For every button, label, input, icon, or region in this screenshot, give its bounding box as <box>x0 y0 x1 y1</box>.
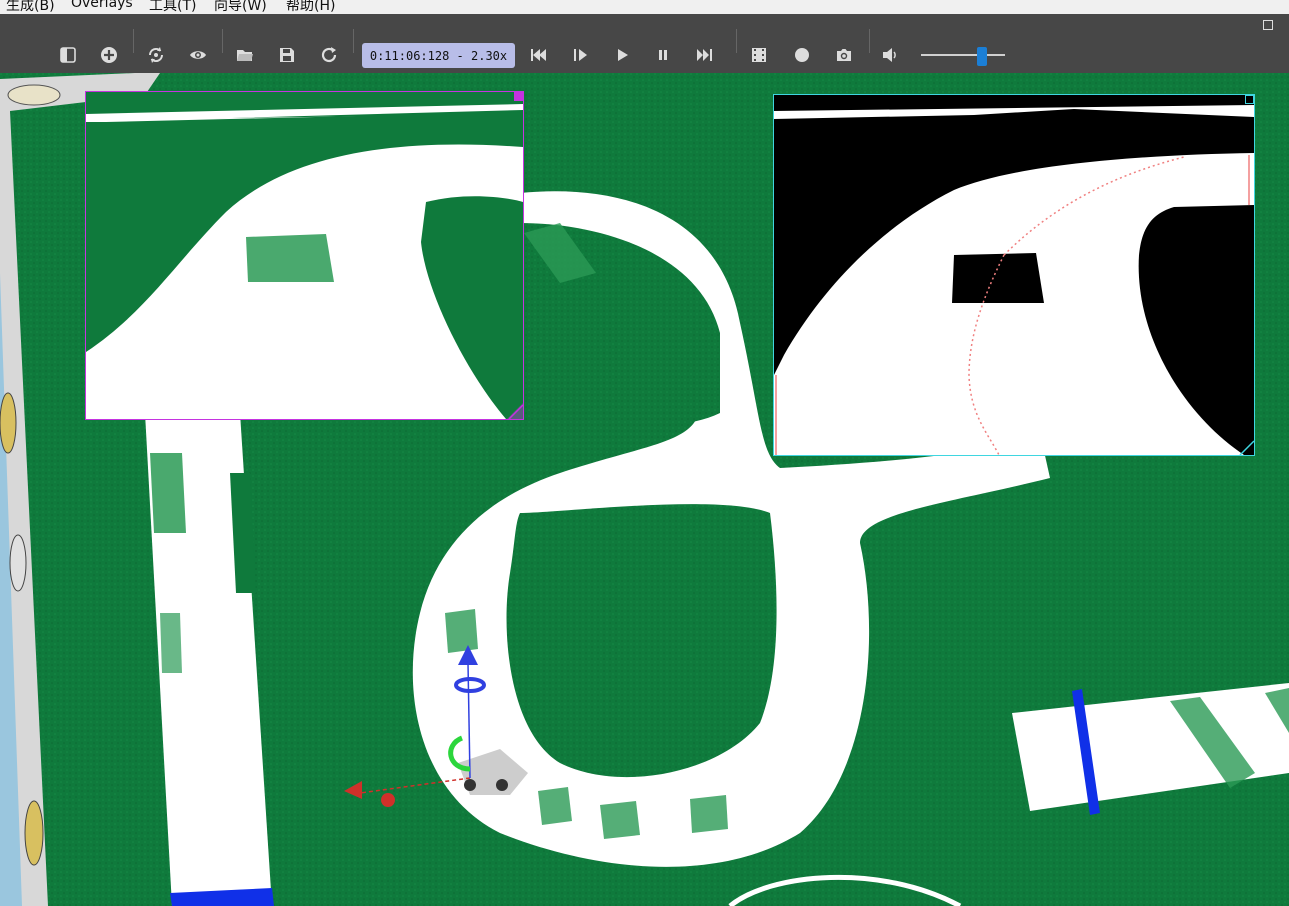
visibility-button[interactable] <box>185 42 211 68</box>
window-restore-icon[interactable] <box>1263 20 1273 30</box>
menu-build[interactable]: 生成(B) <box>6 0 55 14</box>
toolbar-separator <box>133 29 134 53</box>
play-button[interactable] <box>609 42 635 68</box>
volume-icon <box>883 48 896 62</box>
screenshot-button[interactable] <box>831 42 857 68</box>
toggle-sidebar-button[interactable] <box>55 42 81 68</box>
toolbar-separator <box>736 29 737 53</box>
3d-viewport[interactable] <box>0 73 1289 906</box>
track-marker <box>690 795 728 833</box>
mute-button[interactable] <box>877 42 903 68</box>
volume-slider-track <box>921 54 1005 56</box>
wall-logo <box>7 84 61 106</box>
reload-world-button[interactable] <box>316 42 342 68</box>
record-movie-icon <box>752 48 766 62</box>
volume-slider-thumb[interactable] <box>977 47 987 66</box>
menu-wizard[interactable]: 向导(W) <box>214 0 267 14</box>
camera-image <box>86 92 523 419</box>
record-button[interactable] <box>789 42 815 68</box>
menu-tools[interactable]: 工具(T) <box>149 0 196 14</box>
pause-icon <box>659 50 667 60</box>
track-marker <box>600 801 640 839</box>
play-icon <box>618 49 628 61</box>
reset-simulation-button[interactable] <box>525 42 551 68</box>
camera-overlay[interactable] <box>85 91 524 420</box>
menu-overlays[interactable]: Overlays <box>71 0 133 11</box>
pause-button[interactable] <box>650 42 676 68</box>
add-object-button[interactable] <box>96 42 122 68</box>
toolbar: 0:11:06:128 - 2.30x <box>0 14 1289 73</box>
open-world-button[interactable] <box>232 42 258 68</box>
track-inner-grass <box>506 504 777 778</box>
record-movie-button[interactable] <box>746 42 772 68</box>
save-world-button[interactable] <box>274 42 300 68</box>
track-marker <box>445 609 478 653</box>
toolbar-separator <box>353 29 354 53</box>
toolbar-separator <box>222 29 223 53</box>
menu-help[interactable]: 帮助(H) <box>286 0 335 14</box>
track-marker <box>150 453 186 533</box>
binary-overlay-resize-icon[interactable] <box>1238 439 1254 455</box>
step-icon <box>574 49 587 61</box>
menu-bar: 生成(B) Overlays 工具(T) 向导(W) 帮助(H) <box>0 0 1289 14</box>
fast-forward-button[interactable] <box>692 42 718 68</box>
track-marker <box>538 787 572 825</box>
step-backward-icon <box>531 49 546 61</box>
toggle-sidebar-icon <box>60 47 76 63</box>
wall-logo <box>24 800 44 866</box>
camera-overlay-close-icon[interactable] <box>514 92 523 101</box>
simulation-time-display: 0:11:06:128 - 2.30x <box>362 43 515 68</box>
visibility-eye-icon <box>190 51 206 59</box>
wall-logo <box>9 534 27 592</box>
sync-view-button[interactable] <box>143 42 169 68</box>
binary-overlay-close-icon[interactable] <box>1245 95 1254 104</box>
open-folder-icon <box>237 50 253 61</box>
add-object-icon <box>101 47 117 63</box>
toolbar-separator <box>869 29 870 53</box>
reload-world-icon <box>321 47 337 63</box>
record-circle-icon <box>795 48 809 62</box>
volume-slider[interactable] <box>921 47 1005 66</box>
track-marker <box>160 613 182 673</box>
binary-overlay[interactable] <box>773 94 1255 456</box>
step-button[interactable] <box>567 42 593 68</box>
gizmo-handle-x[interactable] <box>381 793 395 807</box>
fast-forward-icon <box>697 49 712 61</box>
screenshot-camera-icon <box>837 49 851 61</box>
camera-overlay-resize-icon[interactable] <box>507 403 523 419</box>
wall-logo <box>0 392 17 454</box>
sync-view-icon <box>148 47 164 63</box>
binary-image <box>774 95 1254 455</box>
save-disk-icon <box>280 48 294 62</box>
